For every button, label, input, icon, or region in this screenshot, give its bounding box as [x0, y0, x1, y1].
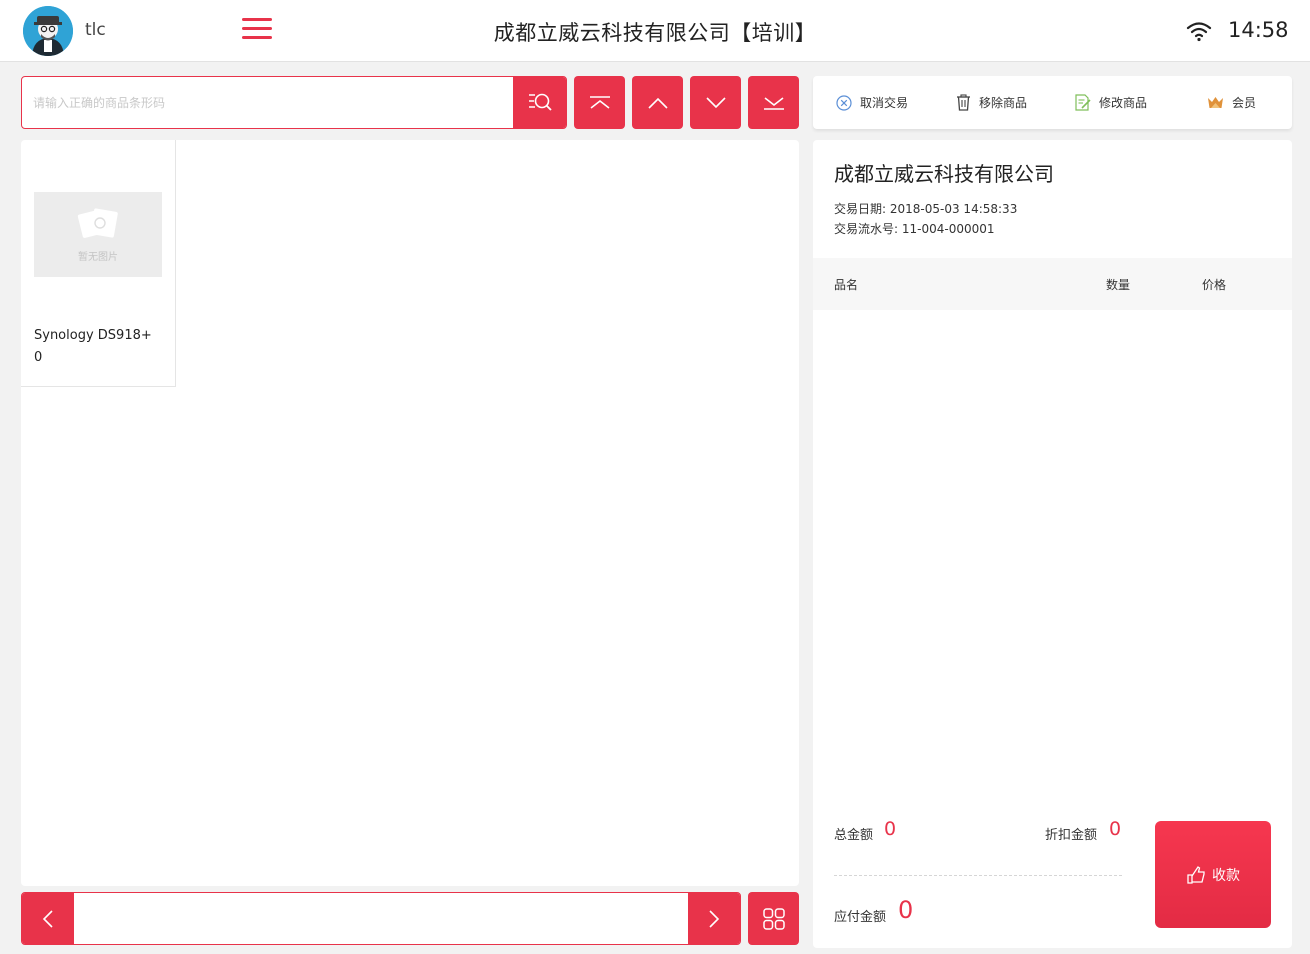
- receipt-panel: 成都立威云科技有限公司 交易日期: 2018-05-03 14:58:33 交易…: [813, 140, 1292, 948]
- discount-amount-label: 折扣金额: [1045, 828, 1098, 843]
- grid-view-button[interactable]: [748, 892, 799, 945]
- edit-document-icon: [1075, 94, 1091, 111]
- crown-icon: [1208, 97, 1223, 108]
- chevron-down-icon: [705, 96, 726, 108]
- scroll-bottom-button[interactable]: [748, 76, 799, 129]
- checkout-label: 收款: [1212, 867, 1240, 884]
- product-name: Synology DS918+: [34, 328, 152, 343]
- chevron-left-icon: [42, 909, 53, 928]
- payable-amount-label: 应付金额: [834, 910, 887, 925]
- grid-icon: [762, 907, 785, 930]
- top-bar: tlc 成都立威云科技有限公司【培训】 14:58: [0, 0, 1310, 62]
- no-image-icon: [77, 208, 118, 238]
- wifi-icon: [1186, 22, 1212, 42]
- receipt-company-name: 成都立威云科技有限公司: [834, 162, 1054, 186]
- member-label: 会员: [1232, 96, 1257, 110]
- product-image-placeholder: 暂无图片: [34, 192, 162, 277]
- summary-divider: [834, 875, 1122, 876]
- cancel-transaction-label: 取消交易: [860, 96, 909, 110]
- transaction-serial-label: 交易流水号:: [834, 222, 899, 236]
- prev-page-button[interactable]: [22, 893, 74, 944]
- transaction-serial-value: 11-004-000001: [901, 222, 995, 236]
- transaction-date-label: 交易日期:: [834, 202, 887, 216]
- next-page-button[interactable]: [688, 893, 740, 944]
- column-header-price: 价格: [1202, 278, 1227, 292]
- receipt-table-header: 品名 数量 价格: [813, 258, 1292, 310]
- scroll-top-button[interactable]: [574, 76, 625, 129]
- total-amount-label: 总金额: [834, 828, 874, 843]
- payment-icon: [1187, 865, 1205, 884]
- payable-amount-value: 0: [898, 896, 914, 924]
- pagination-bar: [21, 892, 741, 945]
- member-button[interactable]: 会员: [1207, 76, 1256, 129]
- clock: 14:58: [1228, 18, 1289, 42]
- transaction-toolbar: 取消交易 移除商品 修改商品 会员: [813, 76, 1292, 129]
- chevron-right-icon: [709, 909, 720, 928]
- trash-icon: [957, 94, 970, 111]
- checkout-button[interactable]: 收款: [1155, 821, 1271, 928]
- transaction-serial: 交易流水号: 11-004-000001: [834, 220, 995, 237]
- search-bar: [21, 76, 567, 129]
- total-amount-value: 0: [884, 818, 897, 840]
- product-price: 0: [34, 350, 43, 365]
- arrow-to-top-icon: [589, 95, 610, 109]
- column-header-name: 品名: [834, 278, 859, 292]
- search-button[interactable]: [513, 77, 566, 128]
- no-image-text: 暂无图片: [78, 252, 118, 263]
- edit-item-label: 修改商品: [1099, 96, 1148, 110]
- transaction-date-value: 2018-05-03 14:58:33: [889, 202, 1018, 216]
- chevron-up-icon: [647, 97, 668, 109]
- remove-item-label: 移除商品: [979, 96, 1028, 110]
- product-grid: 暂无图片 Synology DS918+ 0: [21, 140, 799, 886]
- scroll-up-button[interactable]: [632, 76, 683, 129]
- scroll-down-button[interactable]: [690, 76, 741, 129]
- remove-item-button[interactable]: 移除商品: [956, 76, 1027, 129]
- search-list-icon: [528, 93, 552, 111]
- product-card[interactable]: 暂无图片 Synology DS918+ 0: [21, 140, 176, 387]
- page-title: 成都立威云科技有限公司【培训】: [493, 21, 817, 45]
- transaction-date: 交易日期: 2018-05-03 14:58:33: [834, 200, 1017, 217]
- cancel-circle-icon: [836, 94, 852, 111]
- discount-amount-value: 0: [1109, 818, 1122, 840]
- arrow-to-bottom-icon: [763, 96, 784, 110]
- barcode-search-input[interactable]: [22, 77, 514, 128]
- edit-item-button[interactable]: 修改商品: [1075, 76, 1147, 129]
- column-header-quantity: 数量: [1106, 278, 1131, 292]
- cancel-transaction-button[interactable]: 取消交易: [836, 76, 908, 129]
